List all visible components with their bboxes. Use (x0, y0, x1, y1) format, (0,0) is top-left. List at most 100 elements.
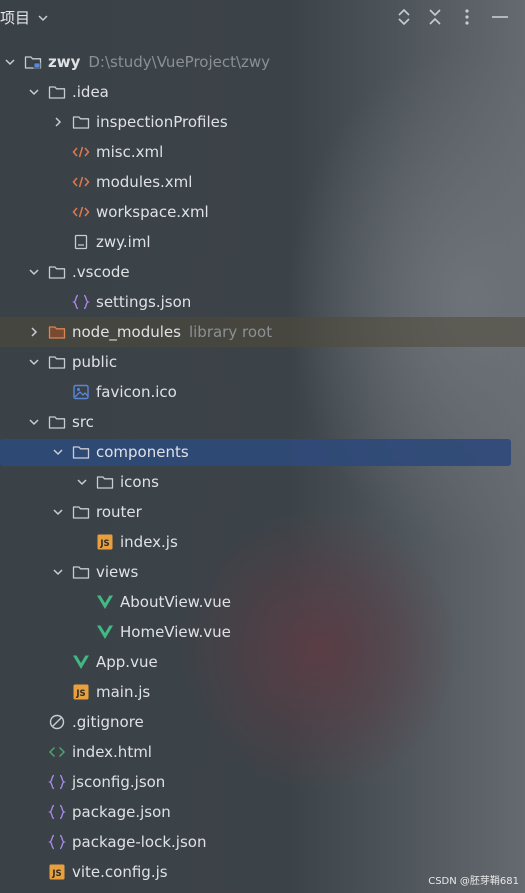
chevron-down-icon[interactable] (26, 264, 42, 280)
tree-item[interactable]: .vscode (0, 257, 525, 287)
tree-item[interactable]: router (0, 497, 525, 527)
tree-item[interactable]: public (0, 347, 525, 377)
svg-text:JS: JS (99, 539, 109, 549)
xml-icon (72, 203, 90, 221)
chevron-down-icon[interactable] (50, 564, 66, 580)
tree-item-label: public (72, 353, 118, 371)
folder-icon (48, 83, 66, 101)
tree-item[interactable]: inspectionProfiles (0, 107, 525, 137)
tree-item-label: jsconfig.json (72, 773, 166, 791)
folder-icon (48, 353, 66, 371)
tree-item[interactable]: views (0, 557, 525, 587)
tree-item[interactable]: .idea (0, 77, 525, 107)
chevron-down-icon[interactable] (26, 354, 42, 370)
tree-item-label: main.js (96, 683, 151, 701)
tree-item-label: vite.config.js (72, 863, 168, 881)
minimize-icon[interactable] (489, 6, 511, 28)
json-icon (48, 803, 66, 821)
tree-item-label: views (96, 563, 139, 581)
tree-item[interactable]: modules.xml (0, 167, 525, 197)
tree-item-label: zwy.iml (96, 233, 151, 251)
chevron-down-icon[interactable] (2, 54, 18, 70)
panel-header: 项目 (0, 0, 525, 34)
xml-icon (72, 143, 90, 161)
svg-text:JS: JS (75, 689, 85, 699)
tree-item[interactable]: App.vue (0, 647, 525, 677)
folder-icon (72, 113, 90, 131)
tree-item[interactable]: JS index.js (0, 527, 525, 557)
tree-item[interactable]: package.json (0, 797, 525, 827)
tree-item[interactable]: package-lock.json (0, 827, 525, 857)
panel-title: 项目 (0, 9, 31, 27)
tree-item-label: misc.xml (96, 143, 164, 161)
tree-item[interactable]: favicon.ico (0, 377, 525, 407)
tree-item[interactable]: AboutView.vue (0, 587, 525, 617)
chevron-down-icon[interactable] (26, 414, 42, 430)
html-icon (48, 743, 66, 761)
json-icon (48, 773, 66, 791)
js-icon: JS (72, 683, 90, 701)
project-panel: 项目 zwy D:\study\VueProject\zwy .idea inspec… (0, 0, 525, 893)
tree-item[interactable]: workspace.xml (0, 197, 525, 227)
folder-icon (72, 503, 90, 521)
tree-item[interactable]: zwy D:\study\VueProject\zwy (0, 47, 525, 77)
tree-item[interactable]: JS main.js (0, 677, 525, 707)
tree-item-label: package-lock.json (72, 833, 207, 851)
tree-item[interactable]: components (0, 437, 525, 467)
tree-item[interactable]: misc.xml (0, 137, 525, 167)
library-folder-icon (48, 323, 66, 341)
tree-item[interactable]: index.html (0, 737, 525, 767)
gitignore-icon (48, 713, 66, 731)
tree-item[interactable]: jsconfig.json (0, 767, 525, 797)
chevron-down-icon[interactable] (74, 474, 90, 490)
chevron-down-icon[interactable] (50, 444, 66, 460)
tree-item-label: index.html (72, 743, 152, 761)
tree-item[interactable]: zwy.iml (0, 227, 525, 257)
project-tree: zwy D:\study\VueProject\zwy .idea inspectio… (0, 47, 525, 887)
collapse-all-icon[interactable] (424, 6, 446, 28)
tree-item-label: AboutView.vue (120, 593, 231, 611)
module-folder-icon (24, 53, 42, 71)
tree-item-label: HomeView.vue (120, 623, 231, 641)
folder-icon (96, 473, 114, 491)
vue-icon (96, 593, 114, 611)
json-icon (48, 833, 66, 851)
expand-all-icon[interactable] (393, 6, 415, 28)
chevron-right-icon[interactable] (50, 114, 66, 130)
project-view-selector[interactable]: 项目 (0, 7, 50, 28)
tree-item-label: icons (120, 473, 159, 491)
tree-item[interactable]: settings.json (0, 287, 525, 317)
tree-item-label: .gitignore (72, 713, 144, 731)
tree-item[interactable]: HomeView.vue (0, 617, 525, 647)
more-options-icon[interactable] (456, 6, 478, 28)
image-file-icon (72, 383, 90, 401)
folder-icon (48, 263, 66, 281)
folder-icon (48, 413, 66, 431)
js-icon: JS (96, 533, 114, 551)
watermark: CSDN @胚芽鞘681 (428, 876, 519, 887)
chevron-down-icon[interactable] (50, 504, 66, 520)
tree-item[interactable]: .gitignore (0, 707, 525, 737)
chevron-right-icon[interactable] (26, 324, 42, 340)
tree-item-label: components (96, 443, 189, 461)
tree-item-label: router (96, 503, 142, 521)
tree-item[interactable]: src (0, 407, 525, 437)
tree-item-label: App.vue (96, 653, 158, 671)
tree-item-label: index.js (120, 533, 178, 551)
chevron-down-icon[interactable] (26, 84, 42, 100)
tree-item[interactable]: icons (0, 467, 525, 497)
tree-item-label: .idea (72, 83, 109, 101)
tree-item-label: modules.xml (96, 173, 193, 191)
tree-item[interactable]: node_modules library root (0, 317, 525, 347)
